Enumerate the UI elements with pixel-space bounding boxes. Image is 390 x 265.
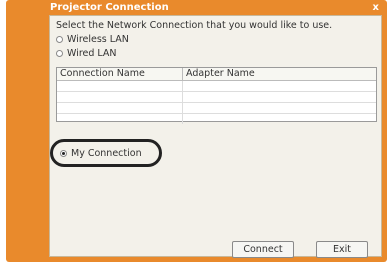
window-title: Projector Connection — [50, 2, 169, 13]
instruction-text: Select the Network Connection that you w… — [56, 20, 333, 31]
table-row — [57, 103, 376, 114]
my-connection-option[interactable]: My Connection — [60, 148, 142, 159]
connection-table[interactable]: Connection Name Adapter Name — [56, 67, 377, 124]
wireless-lan-option[interactable]: Wireless LAN — [56, 34, 129, 45]
wired-lan-option[interactable]: Wired LAN — [56, 48, 117, 59]
radio-icon[interactable] — [56, 36, 63, 43]
table-header: Connection Name Adapter Name — [57, 68, 376, 81]
close-button[interactable]: x — [373, 0, 379, 15]
radio-selected-icon[interactable] — [60, 150, 67, 157]
wireless-lan-label: Wireless LAN — [67, 34, 129, 45]
wired-lan-label: Wired LAN — [67, 48, 117, 59]
exit-button[interactable]: Exit — [316, 241, 368, 258]
dialog-content: Select the Network Connection that you w… — [49, 15, 382, 258]
projector-connection-window: Projector Connection x Select the Networ… — [6, 0, 387, 262]
radio-icon[interactable] — [56, 50, 63, 57]
title-bar: Projector Connection x — [6, 0, 387, 15]
my-connection-label: My Connection — [71, 148, 142, 159]
connect-button[interactable]: Connect — [232, 241, 294, 258]
column-header-adapter-name[interactable]: Adapter Name — [183, 68, 376, 80]
column-header-connection-name[interactable]: Connection Name — [57, 68, 183, 80]
table-row — [57, 92, 376, 103]
table-row — [57, 114, 376, 124]
table-row — [57, 81, 376, 92]
